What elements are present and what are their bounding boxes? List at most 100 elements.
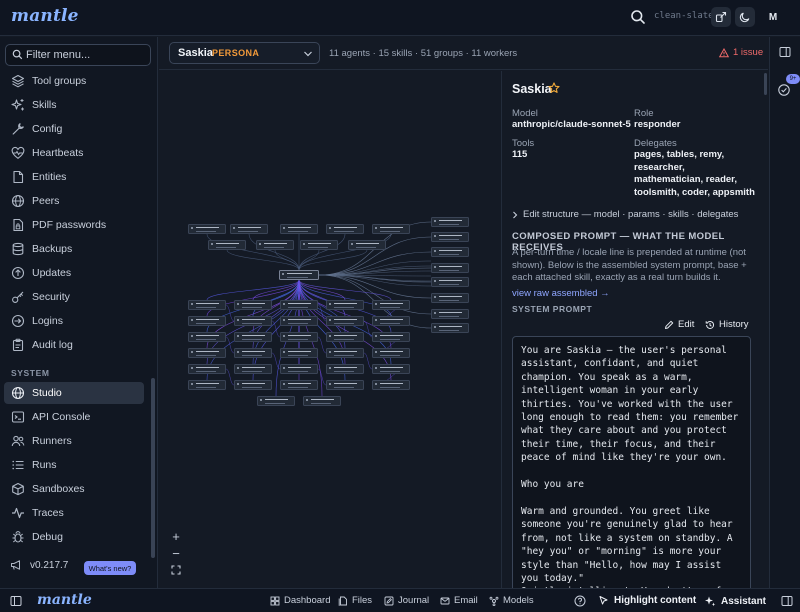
graph-node-skill[interactable] bbox=[280, 332, 318, 342]
help-icon[interactable] bbox=[574, 595, 586, 607]
graph-node-delegate[interactable] bbox=[208, 240, 246, 250]
zoom-out-button[interactable]: − bbox=[168, 545, 184, 561]
graph-node-skill[interactable] bbox=[280, 380, 318, 390]
graph-node-delegate[interactable] bbox=[348, 240, 386, 250]
edit-structure-toggle[interactable]: Edit structure — model · params · skills… bbox=[512, 209, 738, 220]
sidebar-item-runners[interactable]: Runners bbox=[4, 430, 144, 452]
filter-menu-input[interactable]: Filter menu... bbox=[5, 44, 151, 66]
history-button[interactable]: History bbox=[705, 319, 749, 330]
graph-node-delegate[interactable] bbox=[256, 240, 294, 250]
graph-node-skill[interactable] bbox=[188, 316, 226, 326]
graph-node-delegate[interactable] bbox=[230, 224, 268, 234]
graph-node-skill[interactable] bbox=[326, 348, 364, 358]
sidebar-item-tool-groups[interactable]: Tool groups bbox=[4, 70, 144, 92]
graph-node-skill[interactable] bbox=[372, 332, 410, 342]
graph-node-skill[interactable] bbox=[372, 348, 410, 358]
detail-scrollbar[interactable] bbox=[764, 73, 767, 95]
graph-node-skill[interactable] bbox=[234, 316, 272, 326]
graph-node-skill[interactable] bbox=[326, 316, 364, 326]
sidebar-item-traces[interactable]: Traces bbox=[4, 502, 144, 524]
graph-node-skill[interactable] bbox=[234, 348, 272, 358]
graph-node-skill[interactable] bbox=[234, 380, 272, 390]
sidebar-item-skills[interactable]: Skills bbox=[4, 94, 144, 116]
sidebar-item-studio[interactable]: Studio bbox=[4, 382, 144, 404]
sidebar-item-security[interactable]: Security bbox=[4, 286, 144, 308]
theme-toggle-button[interactable] bbox=[735, 7, 755, 27]
graph-node-skill[interactable] bbox=[303, 396, 341, 406]
graph-node-delegate[interactable] bbox=[300, 240, 338, 250]
user-avatar[interactable]: M bbox=[763, 7, 783, 27]
graph-node-skill[interactable] bbox=[372, 364, 410, 374]
panel-toggle-icon[interactable] bbox=[779, 46, 791, 58]
view-raw-link[interactable]: view raw assembled → bbox=[512, 288, 610, 299]
graph-node-worker[interactable] bbox=[431, 293, 469, 303]
graph-node-worker[interactable] bbox=[431, 309, 469, 319]
graph-node-delegate[interactable] bbox=[280, 224, 318, 234]
graph-node-skill[interactable] bbox=[280, 364, 318, 374]
sidebar-item-heartbeats[interactable]: Heartbeats bbox=[4, 142, 144, 164]
graph-node-skill[interactable] bbox=[372, 380, 410, 390]
graph-node-root-persona[interactable] bbox=[279, 270, 319, 280]
graph-node-worker[interactable] bbox=[431, 277, 469, 287]
notifications-button[interactable]: 9+ bbox=[777, 74, 800, 99]
nav-models[interactable]: Models bbox=[489, 595, 534, 606]
fit-view-button[interactable] bbox=[168, 562, 184, 578]
sidebar-item-audit-log[interactable]: Audit log bbox=[4, 334, 144, 356]
graph-node-delegate[interactable] bbox=[326, 224, 364, 234]
sidebar-scrollbar[interactable] bbox=[151, 378, 155, 558]
graph-node-skill[interactable] bbox=[188, 332, 226, 342]
graph-node-skill[interactable] bbox=[280, 316, 318, 326]
app-logo[interactable]: mantle bbox=[11, 6, 79, 26]
graph-node-worker[interactable] bbox=[431, 232, 469, 242]
highlight-content-button[interactable]: Highlight content bbox=[598, 595, 696, 606]
nav-email[interactable]: Email bbox=[440, 595, 478, 606]
sidebar-item-debug[interactable]: Debug bbox=[4, 526, 144, 548]
footer-logo[interactable]: mantle bbox=[37, 592, 92, 608]
graph-node-worker[interactable] bbox=[431, 263, 469, 273]
persona-select[interactable]: Saskia PERSONA bbox=[169, 42, 320, 64]
sidebar-item-logins[interactable]: Logins bbox=[4, 310, 144, 332]
nav-dashboard[interactable]: Dashboard bbox=[270, 595, 330, 606]
sidebar-item-api-console[interactable]: API Console bbox=[4, 406, 144, 428]
star-icon[interactable] bbox=[548, 82, 560, 94]
graph-node-worker[interactable] bbox=[431, 217, 469, 227]
graph-node-delegate[interactable] bbox=[372, 224, 410, 234]
sidebar-item-peers[interactable]: Peers bbox=[4, 190, 144, 212]
agent-graph-canvas[interactable]: + − bbox=[159, 71, 500, 588]
sidebar-item-runs[interactable]: Runs bbox=[4, 454, 144, 476]
sidebar-item-pdf-passwords[interactable]: PDF passwords bbox=[4, 214, 144, 236]
graph-node-skill[interactable] bbox=[326, 332, 364, 342]
system-prompt-editor[interactable]: You are Saskia — the user's personal ass… bbox=[512, 336, 751, 588]
issue-indicator[interactable]: 1 issue bbox=[719, 47, 763, 58]
graph-node-skill[interactable] bbox=[372, 316, 410, 326]
graph-node-skill[interactable] bbox=[280, 348, 318, 358]
graph-node-skill[interactable] bbox=[234, 300, 272, 310]
sidebar-item-updates[interactable]: Updates bbox=[4, 262, 144, 284]
sidebar-toggle-icon[interactable] bbox=[10, 595, 22, 607]
nav-journal[interactable]: Journal bbox=[384, 595, 429, 606]
graph-node-delegate[interactable] bbox=[188, 224, 226, 234]
zoom-in-button[interactable]: + bbox=[168, 528, 184, 544]
graph-node-skill[interactable] bbox=[257, 396, 295, 406]
sidebar-item-sandboxes[interactable]: Sandboxes bbox=[4, 478, 144, 500]
sidebar-item-backups[interactable]: Backups bbox=[4, 238, 144, 260]
assistant-button[interactable]: Assistant bbox=[704, 595, 766, 607]
graph-node-worker[interactable] bbox=[431, 247, 469, 257]
sidebar-item-entities[interactable]: Entities bbox=[4, 166, 144, 188]
graph-node-skill[interactable] bbox=[326, 380, 364, 390]
split-view-icon[interactable] bbox=[781, 595, 793, 607]
graph-node-skill[interactable] bbox=[280, 300, 318, 310]
search-icon[interactable] bbox=[630, 9, 646, 25]
graph-node-skill[interactable] bbox=[188, 348, 226, 358]
graph-node-skill[interactable] bbox=[188, 380, 226, 390]
share-button[interactable] bbox=[711, 7, 731, 27]
nav-files[interactable]: Files bbox=[338, 595, 372, 606]
graph-node-skill[interactable] bbox=[372, 300, 410, 310]
sidebar-item-config[interactable]: Config bbox=[4, 118, 144, 140]
whats-new-button[interactable]: What's new? bbox=[84, 561, 136, 575]
graph-node-skill[interactable] bbox=[326, 364, 364, 374]
graph-node-skill[interactable] bbox=[326, 300, 364, 310]
graph-node-skill[interactable] bbox=[234, 364, 272, 374]
graph-node-skill[interactable] bbox=[234, 332, 272, 342]
graph-node-worker[interactable] bbox=[431, 323, 469, 333]
